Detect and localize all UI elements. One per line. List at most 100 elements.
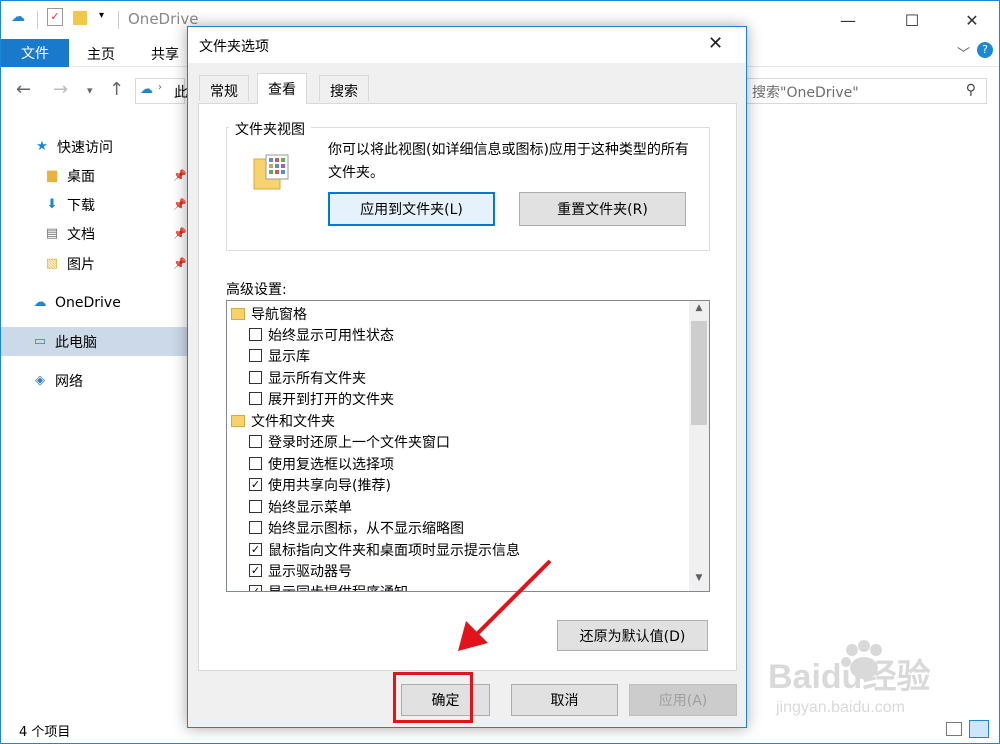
sidebar-item-label: 网络: [55, 373, 83, 390]
list-item[interactable]: 始终显示菜单: [249, 496, 352, 517]
list-item-label: 使用复选框以选择项: [268, 456, 394, 473]
sidebar-item-this-pc[interactable]: ▭ 此电脑: [1, 327, 191, 356]
sidebar-item-downloads[interactable]: ⬇ 下载 📌: [1, 190, 191, 219]
sidebar-item-label: 下载: [67, 197, 95, 214]
list-item[interactable]: 显示库: [249, 345, 310, 366]
dialog-title: 文件夹选项: [199, 39, 269, 55]
list-item[interactable]: ✓ 显示同步提供程序通知: [249, 581, 408, 592]
chevron-right-icon: ›: [158, 82, 162, 93]
back-arrow-icon[interactable]: ←: [16, 79, 31, 100]
list-item[interactable]: 始终显示可用性状态: [249, 324, 394, 345]
recent-locations-icon[interactable]: ▾: [87, 84, 93, 97]
list-item-label: 显示驱动器号: [268, 563, 352, 580]
cancel-button[interactable]: 取消: [511, 684, 618, 716]
reset-folders-button[interactable]: 重置文件夹(R): [519, 192, 686, 226]
sidebar-item-documents[interactable]: ▤ 文档 📌: [1, 219, 191, 248]
checkbox[interactable]: [249, 392, 262, 405]
sidebar-item-quick-access[interactable]: ★ 快速访问: [1, 132, 191, 161]
checkbox[interactable]: [249, 349, 262, 362]
sidebar-item-label: 文档: [67, 226, 95, 243]
onedrive-icon: ☁: [11, 9, 25, 25]
list-item[interactable]: 显示所有文件夹: [249, 367, 366, 388]
ribbon-tab-file[interactable]: 文件: [1, 39, 69, 67]
pictures-folder-icon: ▧: [45, 256, 59, 271]
baidu-watermark: Baidu经验 jingyan.baidu.com: [768, 640, 930, 716]
onedrive-icon: ☁: [140, 82, 153, 97]
ribbon-tab-home[interactable]: 主页: [87, 44, 115, 64]
download-folder-icon: ⬇: [46, 197, 58, 212]
desktop-folder-icon: ▆: [47, 168, 57, 183]
folder-view-icon: [253, 154, 289, 190]
search-input[interactable]: 搜索"OneDrive" ⚲: [743, 78, 987, 104]
expand-ribbon-icon[interactable]: ﹀: [957, 43, 970, 62]
divider: [37, 11, 38, 29]
pin-icon[interactable]: 📌: [173, 169, 187, 182]
maximize-button[interactable]: ☐: [889, 1, 935, 39]
list-item-label: 始终显示图标，从不显示缩略图: [268, 520, 464, 537]
dialog-close-button[interactable]: ✕: [708, 33, 723, 54]
address-text: 此: [174, 85, 188, 101]
sidebar-item-label: 桌面: [67, 168, 95, 185]
checkbox[interactable]: [249, 328, 262, 341]
category-files-and-folders: 文件和文件夹: [231, 410, 335, 431]
list-item-label: 导航窗格: [251, 306, 307, 323]
advanced-settings-list[interactable]: 导航窗格 始终显示可用性状态 显示库 显示所有文件夹 展开到打开的文件夹 文件和…: [226, 300, 710, 592]
checkbox[interactable]: [249, 457, 262, 470]
list-item-label: 显示同步提供程序通知: [268, 582, 408, 592]
sidebar-item-onedrive[interactable]: ☁ OneDrive: [1, 288, 191, 317]
scrollbar-thumb[interactable]: [691, 321, 707, 425]
list-item[interactable]: ✓ 使用共享向导(推荐): [249, 474, 391, 495]
checkbox[interactable]: [249, 521, 262, 534]
watermark-url: jingyan.baidu.com: [775, 699, 905, 716]
pin-icon[interactable]: 📌: [173, 227, 187, 240]
address-input[interactable]: ☁ › 此: [135, 78, 188, 104]
sidebar-item-network[interactable]: ◈ 网络: [1, 366, 191, 395]
star-icon: ★: [36, 139, 48, 154]
list-item-label: 文件和文件夹: [251, 413, 335, 430]
list-item[interactable]: 使用复选框以选择项: [249, 453, 394, 474]
list-item[interactable]: 展开到打开的文件夹: [249, 388, 394, 409]
close-window-button[interactable]: ✕: [949, 1, 995, 39]
apply-to-folders-button[interactable]: 应用到文件夹(L): [328, 192, 495, 226]
tab-general[interactable]: 常规: [199, 75, 249, 101]
apply-button[interactable]: 应用(A): [629, 684, 737, 716]
sidebar-item-desktop[interactable]: ▆ 桌面 📌: [1, 161, 191, 190]
sidebar-item-label: 快速访问: [57, 139, 113, 156]
checkbox-checked[interactable]: ✓: [249, 478, 262, 491]
forward-arrow-icon[interactable]: →: [53, 79, 68, 100]
list-item[interactable]: 始终显示图标，从不显示缩略图: [249, 517, 464, 538]
folder-icon: [231, 414, 245, 427]
pin-icon[interactable]: 📌: [173, 257, 187, 270]
checkbox[interactable]: [249, 435, 262, 448]
large-icons-view-icon[interactable]: [969, 720, 989, 738]
checkbox-checked[interactable]: ✓: [249, 585, 262, 591]
search-icon[interactable]: ⚲: [966, 82, 976, 98]
list-item[interactable]: 登录时还原上一个文件夹窗口: [249, 431, 450, 452]
list-item[interactable]: ✓ 显示驱动器号: [249, 560, 352, 581]
tab-view[interactable]: 查看: [257, 73, 307, 104]
checkbox-checked[interactable]: ✓: [249, 543, 262, 556]
ribbon-tab-share[interactable]: 共享: [151, 44, 179, 64]
pin-icon[interactable]: 📌: [173, 198, 187, 211]
details-view-icon[interactable]: [946, 722, 962, 736]
restore-defaults-button[interactable]: 还原为默认值(D): [557, 620, 708, 651]
up-arrow-icon[interactable]: ↑: [109, 79, 124, 100]
vertical-scrollbar[interactable]: ▲ ▼: [689, 301, 709, 591]
folder-views-description: 你可以将此视图(如详细信息或图标)应用于这种类型的所有文件夹。: [328, 142, 689, 181]
checkbox[interactable]: [249, 500, 262, 513]
minimize-button[interactable]: —: [825, 1, 871, 39]
new-folder-icon[interactable]: [73, 11, 87, 25]
tab-search[interactable]: 搜索: [319, 75, 369, 101]
list-item-label: 始终显示可用性状态: [268, 327, 394, 344]
sidebar-item-pictures[interactable]: ▧ 图片 📌: [1, 249, 191, 278]
checkbox-checked[interactable]: ✓: [249, 564, 262, 577]
customize-quick-access-icon[interactable]: ▾: [99, 10, 104, 21]
divider: [118, 11, 119, 29]
scroll-down-icon[interactable]: ▼: [689, 573, 709, 589]
watermark-brand: Baidu经验: [768, 657, 930, 696]
properties-icon[interactable]: ✓: [47, 8, 63, 26]
list-item-label: 展开到打开的文件夹: [268, 391, 394, 408]
scroll-up-icon[interactable]: ▲: [689, 303, 709, 319]
checkbox[interactable]: [249, 371, 262, 384]
help-icon[interactable]: ?: [977, 42, 993, 58]
